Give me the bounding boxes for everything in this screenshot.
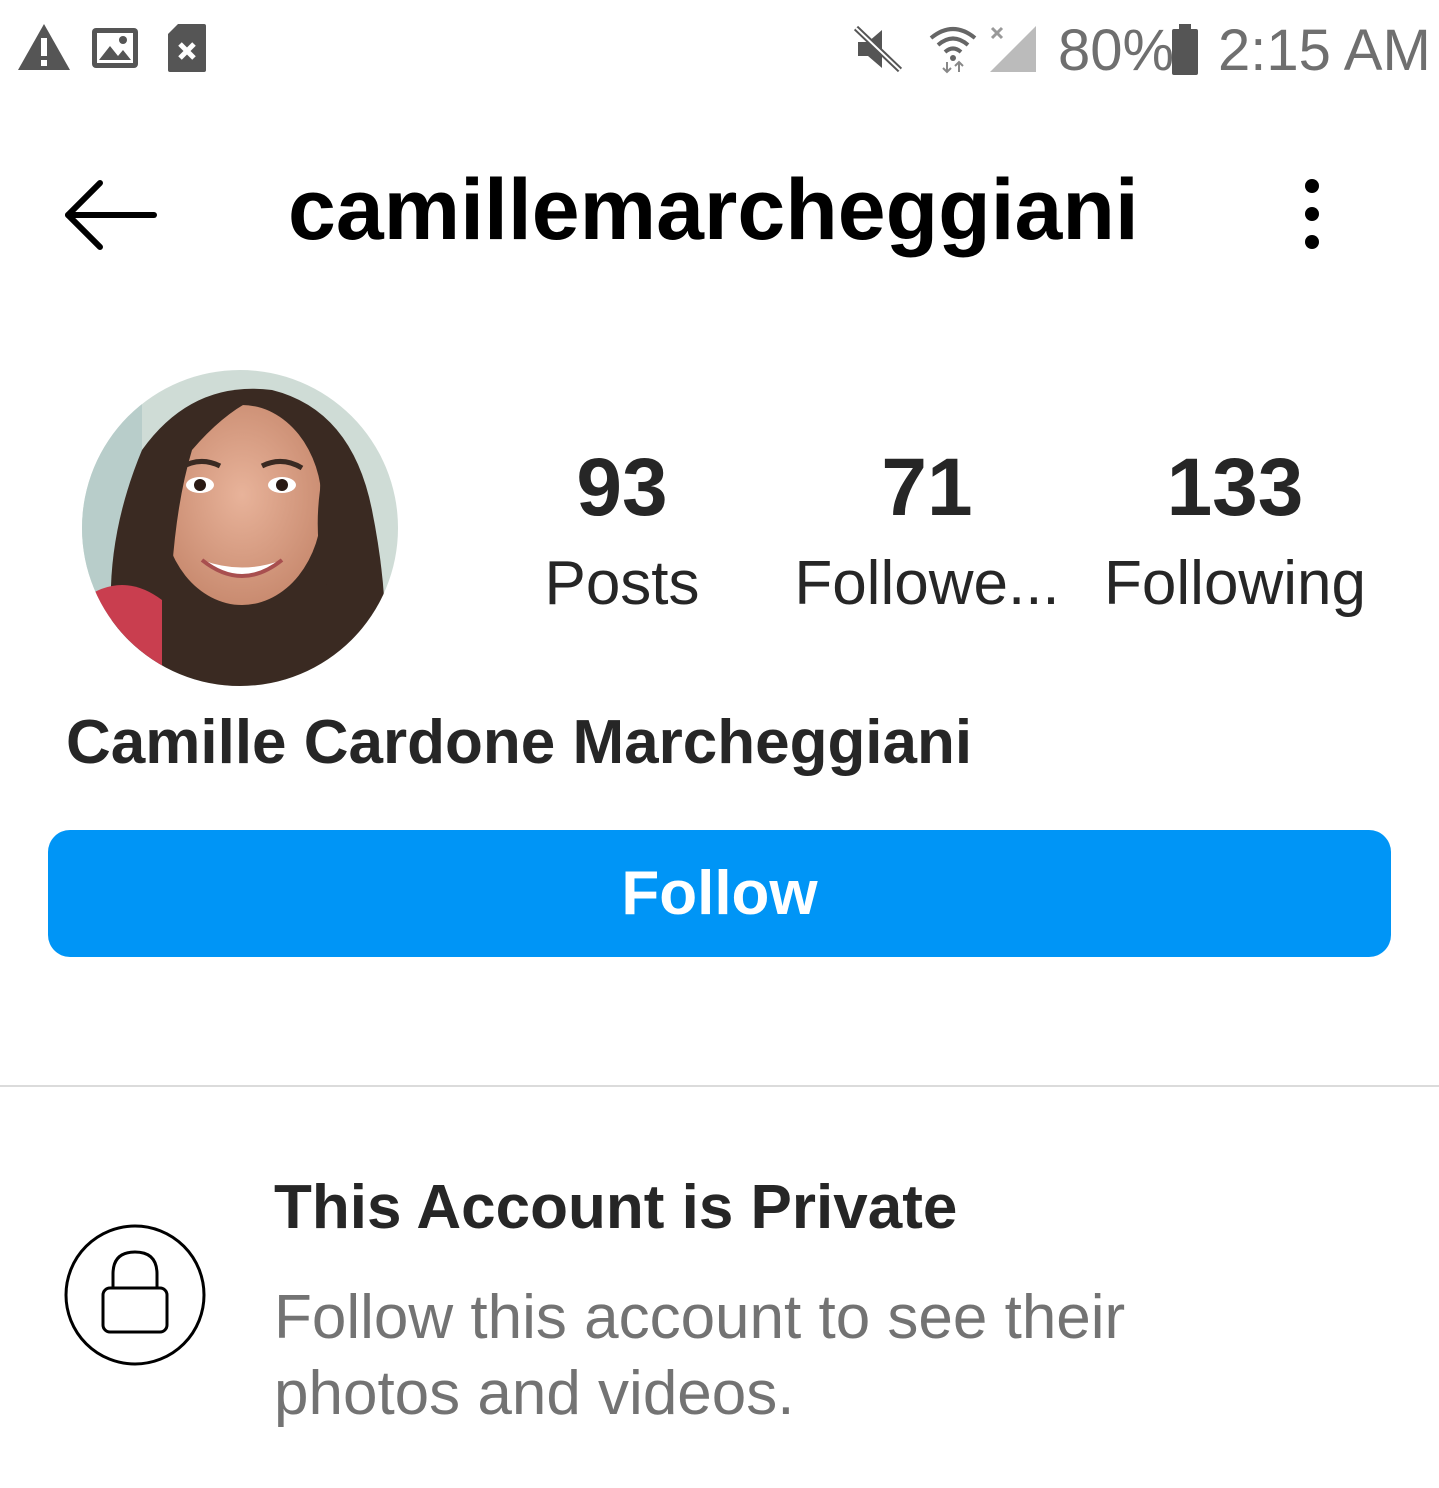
back-button[interactable]: [56, 170, 166, 260]
private-title: This Account is Private: [274, 1173, 958, 1242]
followers-count: 71: [881, 442, 973, 533]
lock-icon: [64, 1224, 206, 1366]
following-label: Following: [1104, 549, 1366, 618]
wifi-icon: [929, 27, 977, 74]
posts-label: Posts: [544, 549, 700, 618]
battery-percent: 80%: [1058, 18, 1175, 83]
clock: 2:15 AM: [1218, 18, 1431, 83]
mute-icon: [853, 25, 903, 73]
signal-icon: [990, 26, 1036, 72]
profile-username: camillemarcheggiani: [288, 162, 1139, 258]
stat-followers[interactable]: 71 Followe...: [782, 440, 1072, 622]
sd-card-error-icon: [168, 24, 206, 72]
private-description: Follow this account to see their photos …: [274, 1283, 1126, 1428]
posts-count: 93: [576, 442, 668, 533]
more-options-button[interactable]: [1280, 170, 1340, 270]
follow-button[interactable]: Follow: [48, 830, 1391, 957]
section-divider: [0, 1085, 1439, 1087]
vertical-dots-icon: [1305, 179, 1319, 249]
profile-header: camillemarcheggiani: [0, 140, 1439, 290]
image-icon: [92, 28, 138, 68]
stat-following[interactable]: 133 Following: [1090, 440, 1380, 622]
warning-icon: [18, 24, 70, 70]
battery-icon: [1172, 24, 1198, 75]
private-lock: [64, 1224, 206, 1366]
following-count: 133: [1166, 442, 1304, 533]
arrow-left-icon: [65, 180, 157, 250]
status-bar: 80% 2:15 AM: [0, 0, 1439, 100]
profile-full-name: Camille Cardone Marcheggiani: [66, 708, 973, 777]
profile-avatar[interactable]: [82, 370, 398, 686]
followers-label: Followe...: [794, 549, 1060, 618]
stat-posts[interactable]: 93 Posts: [522, 440, 722, 622]
